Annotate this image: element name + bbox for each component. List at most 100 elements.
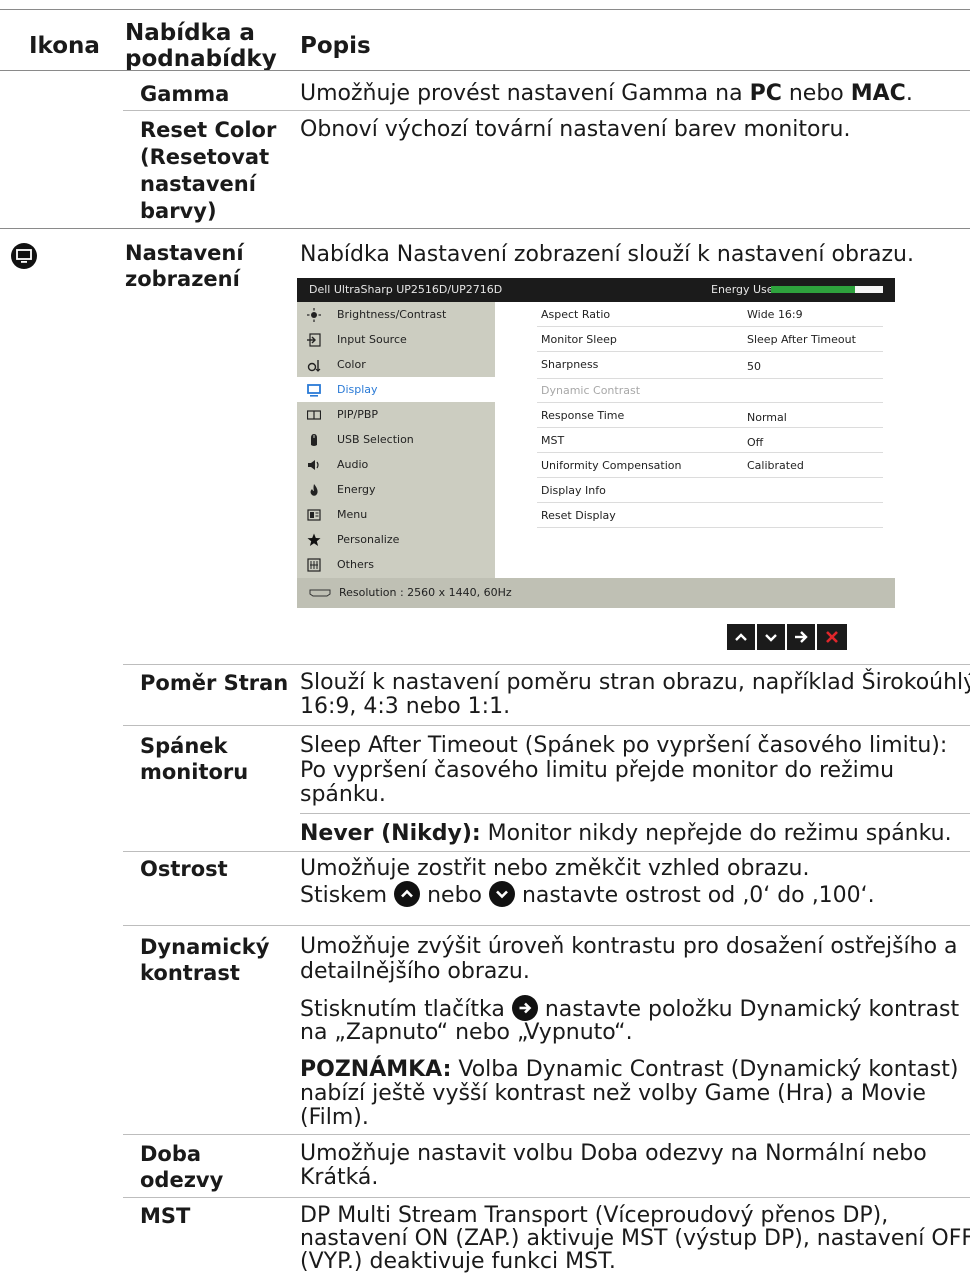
- osd-menu-item-personalize[interactable]: Personalize: [297, 527, 495, 552]
- osd-setting-key: Reset Display: [541, 509, 616, 522]
- aspect-label: Poměr Stran: [140, 671, 289, 695]
- osd-menu-item-brightness[interactable]: Brightness/Contrast: [297, 302, 495, 327]
- osd-setting-mst[interactable]: MST Off: [537, 428, 883, 453]
- dyncontrast-desc-1: Umožňuje zvýšit úroveň kontrastu pro dos…: [300, 934, 958, 959]
- display-desc: Nabídka Nastavení zobrazení slouží k nas…: [300, 242, 914, 267]
- row-rule: [123, 725, 970, 726]
- aspect-desc-1: Slouží k nastavení poměru stran obrazu, …: [300, 670, 970, 695]
- sleep-desc-2: Po vypršení časového limitu přejde monit…: [300, 758, 895, 783]
- hdmi-icon: [309, 589, 331, 597]
- osd-setting-value: 50: [747, 360, 761, 373]
- dyncontrast-note-2: nabízí ještě vyšší kontrast než volby Ga…: [300, 1081, 926, 1106]
- reset-color-label-4: barvy): [140, 199, 217, 223]
- osd-setting-sharpness[interactable]: Sharpness 50: [537, 352, 883, 379]
- osd-setting-aspect-ratio[interactable]: Aspect Ratio Wide 16:9: [537, 302, 883, 327]
- row-rule: [123, 1197, 970, 1198]
- chevron-up-icon: [735, 633, 747, 641]
- osd-menu-label: Menu: [337, 508, 368, 521]
- display-label-2: zobrazení: [125, 267, 240, 291]
- header-icon: Ikona: [29, 33, 100, 59]
- monitor-icon: [11, 243, 37, 269]
- osd-setting-value: Normal: [747, 411, 787, 424]
- osd-menu-item-others[interactable]: Others: [297, 552, 495, 577]
- input-source-icon: [307, 333, 321, 347]
- osd-menu-item-display[interactable]: Display: [297, 377, 495, 402]
- dyncontrast-note-1: POZNÁMKA: Volba Dynamic Contrast (Dynami…: [300, 1057, 958, 1082]
- osd-menu-label: Others: [337, 558, 374, 571]
- osd-setting-value: Wide 16:9: [747, 308, 803, 321]
- osd-setting-value: Calibrated: [747, 459, 804, 472]
- osd-menu-item-color[interactable]: Color: [297, 352, 495, 377]
- osd-setting-monitor-sleep[interactable]: Monitor Sleep Sleep After Timeout: [537, 327, 883, 352]
- dyncontrast-desc-2: detailnějšího obrazu.: [300, 959, 530, 984]
- gamma-mac: MAC: [850, 81, 906, 106]
- reset-color-desc: Obnoví výchozí tovární nastavení barev m…: [300, 117, 851, 142]
- osd-setting-reset-display[interactable]: Reset Display: [537, 503, 883, 528]
- osd-energy-label: Energy Use: [711, 283, 774, 296]
- section-rule: [0, 228, 970, 229]
- osd-menu-label: PIP/PBP: [337, 408, 379, 421]
- display-icon: [307, 384, 321, 397]
- response-desc-2: Krátká.: [300, 1165, 379, 1190]
- osd-menu-label: Personalize: [337, 533, 400, 546]
- reset-color-label-2: (Resetovat: [140, 145, 270, 169]
- osd-setting-response-time[interactable]: Response Time Normal: [537, 403, 883, 428]
- sleep-desc-3: spánku.: [300, 782, 386, 807]
- osd-setting-dynamic-contrast[interactable]: Dynamic Contrast: [537, 378, 883, 403]
- osd-menu-item-energy[interactable]: Energy: [297, 477, 495, 502]
- others-icon: [307, 558, 321, 572]
- sleep-never: Never (Nikdy): Monitor nikdy nepřejde do…: [300, 821, 952, 846]
- osd-setting-uniformity[interactable]: Uniformity Compensation Calibrated: [537, 453, 883, 478]
- up-button[interactable]: [727, 624, 755, 650]
- osd-menu-label: Display: [337, 383, 378, 396]
- osd-title-bar: Dell UltraSharp UP2516D/UP2716D Energy U…: [297, 278, 895, 302]
- sleep-label-1: Spánek: [140, 734, 228, 758]
- osd-menu-item-pip[interactable]: PIP/PBP: [297, 402, 495, 427]
- close-icon: [826, 631, 838, 643]
- row-rule: [123, 851, 970, 852]
- osd-menu-label: Energy: [337, 483, 376, 496]
- osd-menu-item-usb[interactable]: USB Selection: [297, 427, 495, 452]
- down-button[interactable]: [757, 624, 785, 650]
- audio-icon: [308, 460, 319, 470]
- aspect-desc-2: 16:9, 4:3 nebo 1:1.: [300, 694, 511, 719]
- mst-desc-3: (VYP.) deaktivuje funkci MST.: [300, 1249, 616, 1274]
- sharpness-post: nastavte ostrost od ‚0‘ do ‚100‘.: [514, 883, 875, 908]
- sharpness-desc-2: Stiskem nebo nastavte ostrost od ‚0‘ do …: [300, 881, 875, 908]
- mst-desc-2: nastavení ON (ZAP.) aktivuje MST (výstup…: [300, 1226, 970, 1251]
- osd-menu-item-input-source[interactable]: Input Source: [297, 327, 495, 352]
- gamma-pc: PC: [749, 81, 782, 106]
- sleep-never-bold: Never (Nikdy):: [300, 821, 481, 846]
- dyncontrast-p2-1: Stisknutím tlačítka nastavte položku Dyn…: [300, 995, 959, 1022]
- arrow-right-icon: [795, 631, 808, 643]
- osd-setting-display-info[interactable]: Display Info: [537, 478, 883, 503]
- osd-menu-item-audio[interactable]: Audio: [297, 452, 495, 477]
- energy-bar: [771, 286, 883, 293]
- brightness-icon: [307, 308, 321, 322]
- sleep-desc-1: Sleep After Timeout (Spánek po vypršení …: [300, 733, 948, 758]
- response-label-2: odezvy: [140, 1168, 224, 1192]
- up-circle-icon: [394, 881, 421, 907]
- menu-icon: [307, 509, 321, 521]
- osd-setting-key: Display Info: [541, 484, 606, 497]
- row-rule: [123, 925, 970, 926]
- row-rule: [300, 813, 970, 814]
- osd-menu-label: Brightness/Contrast: [337, 308, 447, 321]
- mst-desc-1: DP Multi Stream Transport (Víceproudový …: [300, 1203, 889, 1228]
- response-label-1: Doba: [140, 1142, 202, 1166]
- exit-button[interactable]: [817, 624, 847, 650]
- osd-menu-item-menu[interactable]: Menu: [297, 502, 495, 527]
- usb-icon: [311, 434, 317, 446]
- enter-button[interactable]: [787, 624, 815, 650]
- table-top-rule: [0, 9, 970, 10]
- energy-bar-fill: [771, 286, 855, 293]
- dyncontrast-label-1: Dynamický: [140, 935, 270, 959]
- osd-setting-value: Off: [747, 436, 764, 449]
- chevron-down-icon: [765, 634, 777, 642]
- dyncontrast-p2-post: nastavte položku Dynamický kontrast: [537, 997, 960, 1022]
- reset-color-label-1: Reset Color: [140, 118, 277, 142]
- osd-setting-key: Aspect Ratio: [541, 308, 611, 321]
- note-text: Volba Dynamic Contrast (Dynamický kontas…: [451, 1057, 959, 1082]
- header-rule: [0, 70, 970, 71]
- osd-footer: Resolution : 2560 x 1440, 60Hz: [297, 578, 895, 608]
